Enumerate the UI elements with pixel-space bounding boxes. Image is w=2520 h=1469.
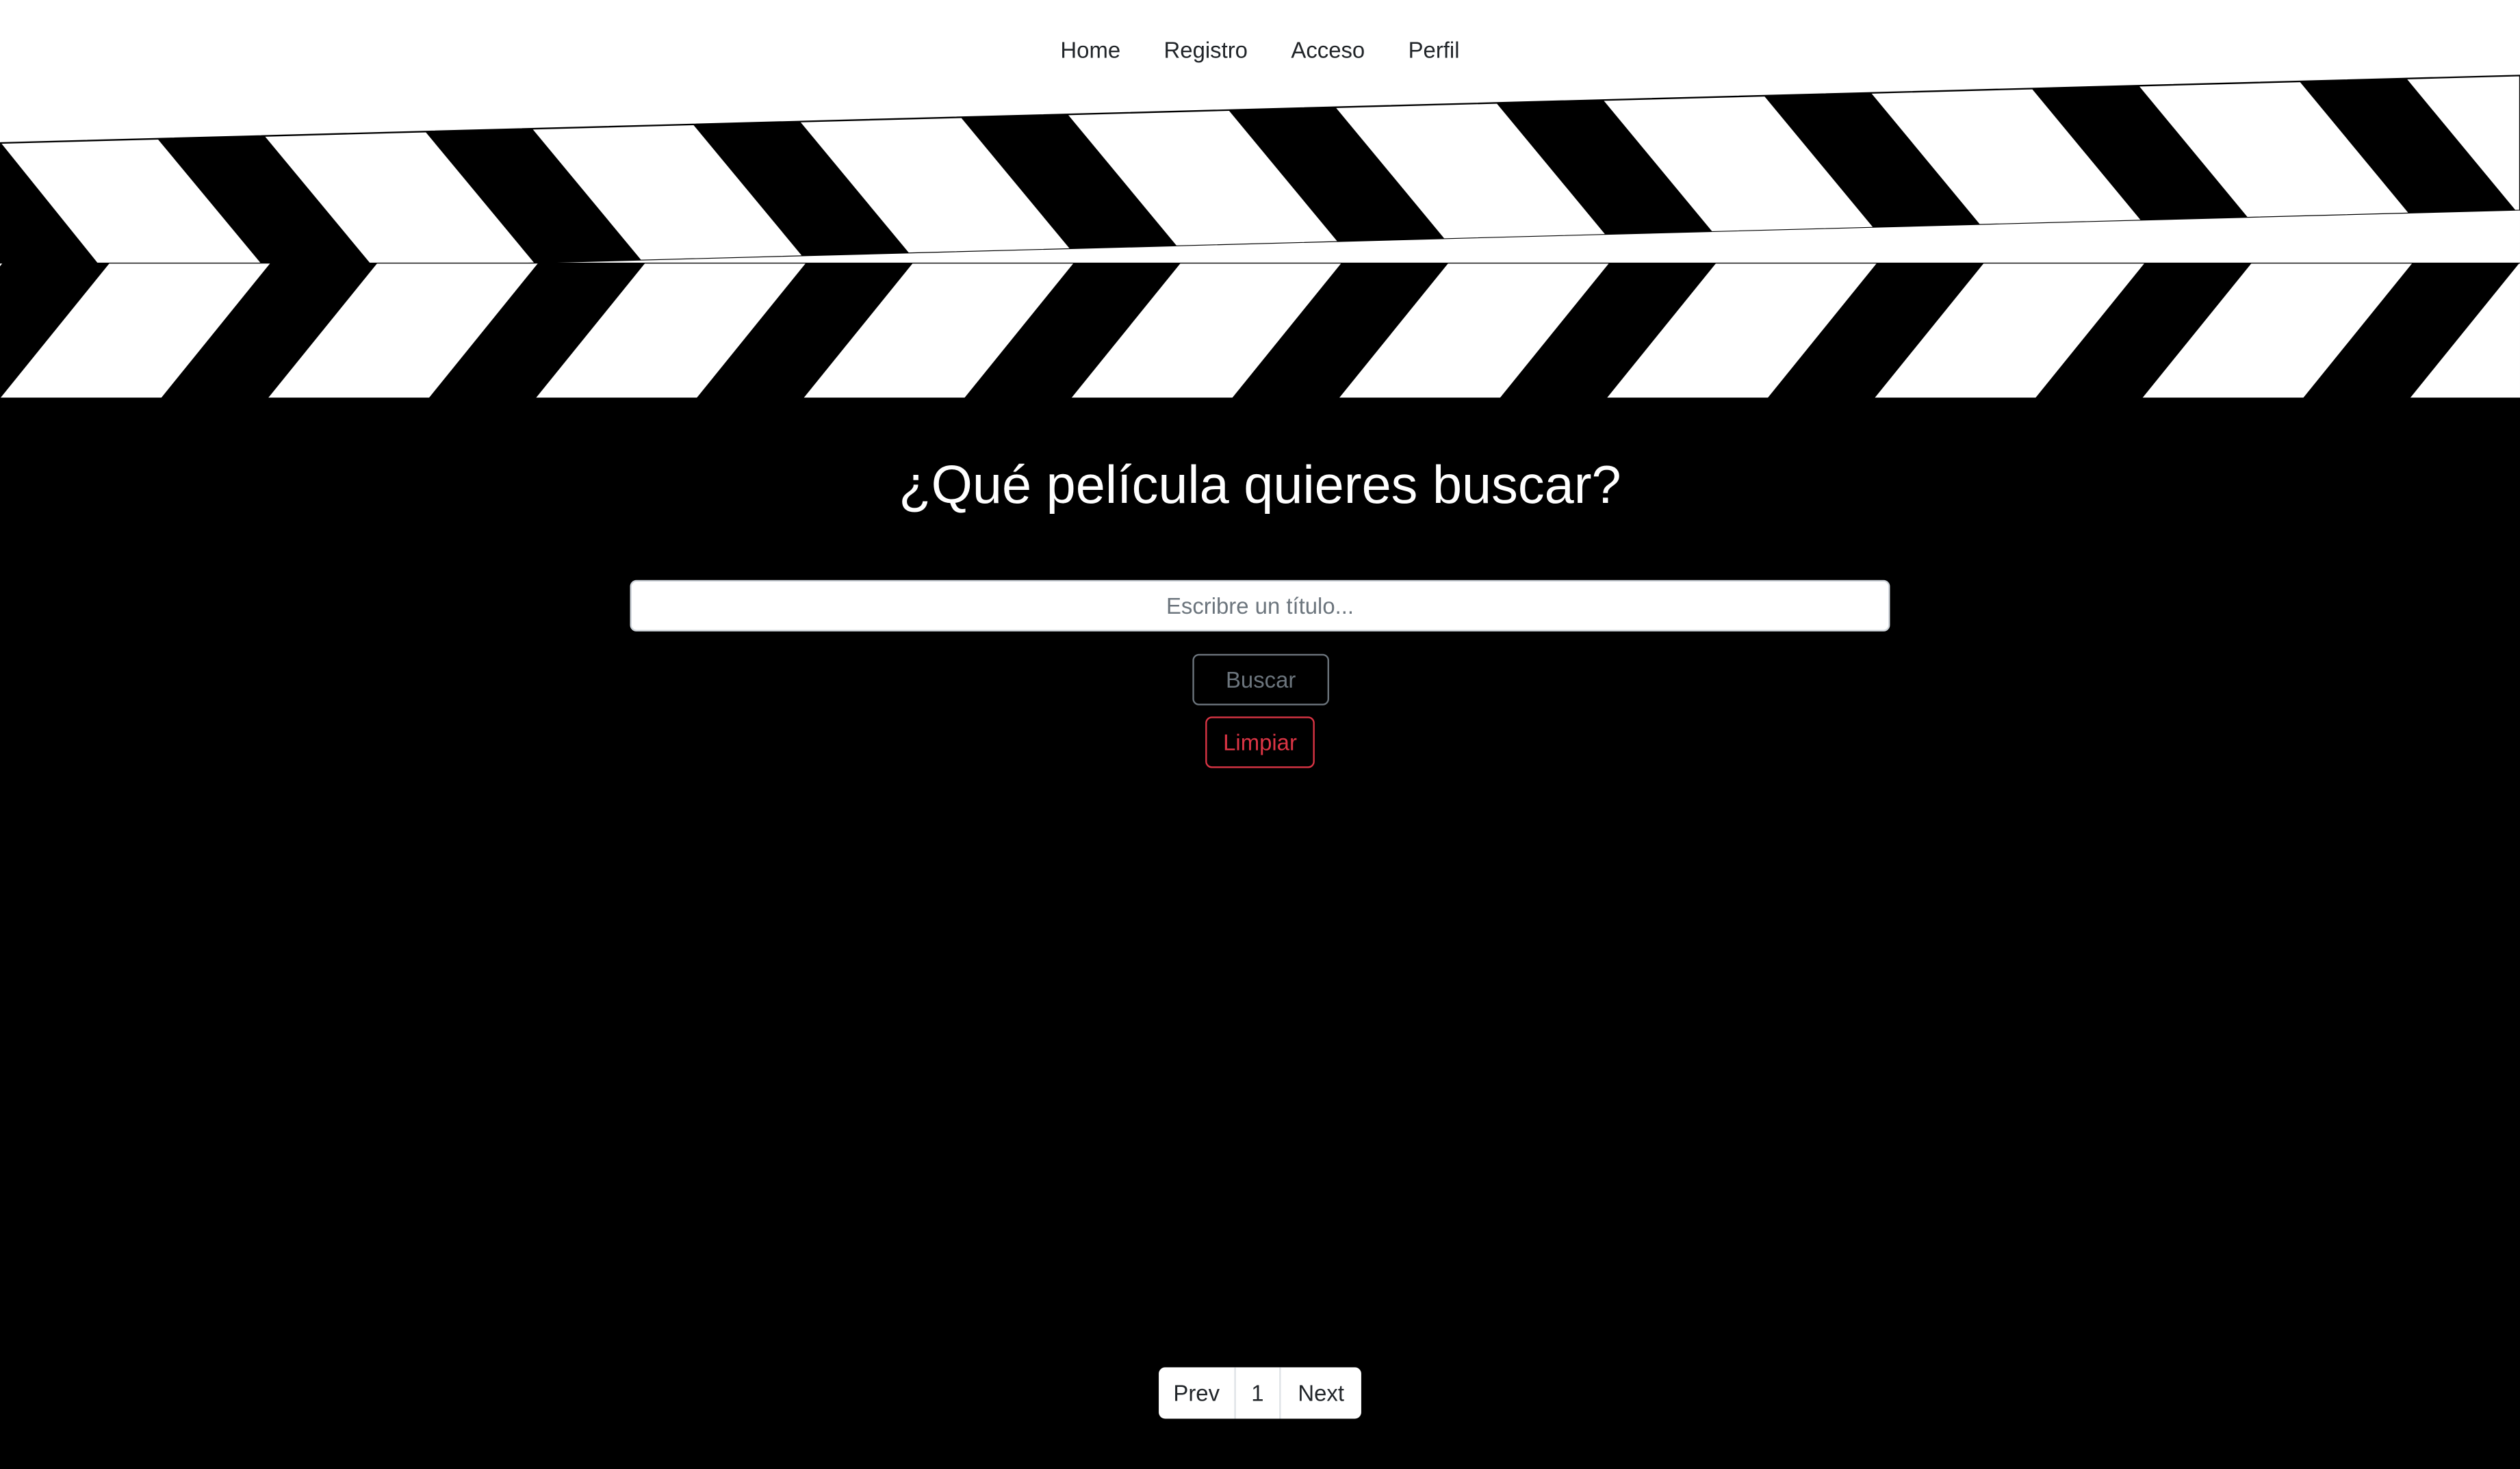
nav-link-perfil[interactable]: Perfil: [1387, 32, 1481, 68]
search-input[interactable]: [630, 580, 1890, 632]
clapper-bottom-arm: [0, 263, 2520, 400]
nav-link-acceso[interactable]: Acceso: [1270, 32, 1387, 68]
pagination-page-1[interactable]: 1: [1236, 1367, 1281, 1419]
clear-button[interactable]: Limpiar: [1205, 716, 1315, 768]
main-nav: Home Registro Acceso Perfil: [0, 32, 2520, 68]
pagination-prev-button[interactable]: Prev: [1159, 1367, 1236, 1419]
pagination-next-button[interactable]: Next: [1281, 1367, 1361, 1418]
clapperboard-banner: [0, 75, 2520, 400]
nav-link-registro[interactable]: Registro: [1142, 32, 1270, 68]
pagination: Prev 1 Next: [1159, 1367, 1361, 1419]
page-title: ¿Qué película quieres buscar?: [899, 454, 1621, 515]
nav-link-home[interactable]: Home: [1039, 32, 1142, 68]
search-button[interactable]: Buscar: [1192, 653, 1329, 705]
page: Home Registro Acceso Perfil ¿Qué películ…: [0, 0, 2520, 1469]
